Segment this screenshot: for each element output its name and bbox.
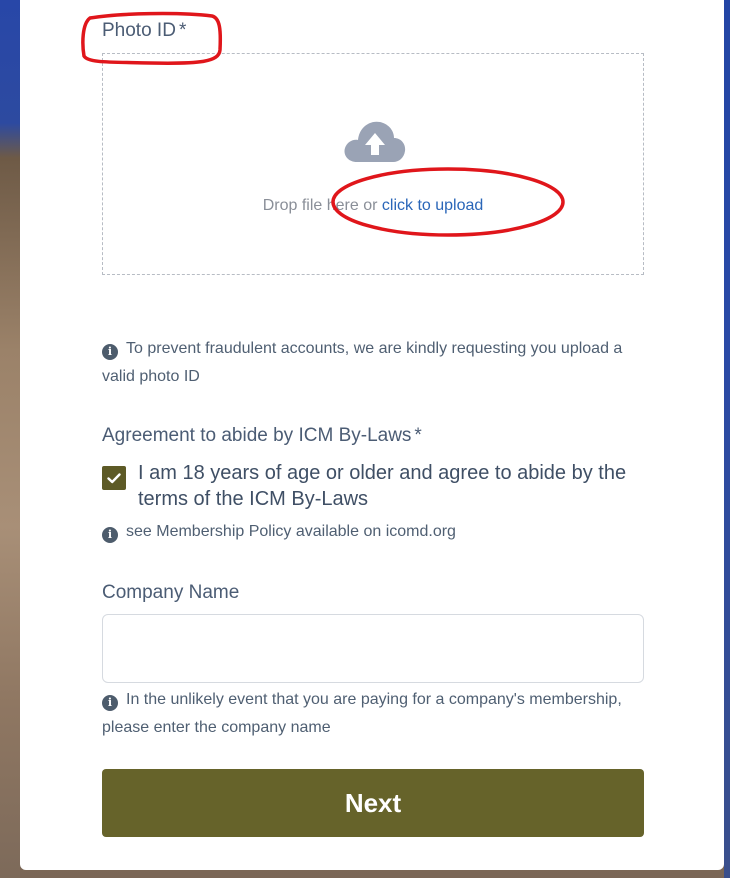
company-name-label: Company Name (102, 582, 240, 603)
info-icon: i (102, 527, 118, 543)
drop-text: Drop file here or (262, 197, 382, 214)
bylaws-label: Agreement to abide by ICM By-Laws * (102, 425, 422, 447)
bylaws-hint: i see Membership Policy available on icom… (102, 518, 456, 546)
photo-upload-dropzone[interactable]: Drop file here or click to upload (102, 53, 644, 275)
drop-instruction: Drop file here or click to upload (103, 197, 643, 215)
company-name-input[interactable] (102, 614, 644, 683)
required-asterisk: * (178, 20, 187, 41)
background-image-left (0, 0, 20, 878)
bylaws-checkbox[interactable] (102, 466, 126, 490)
photo-id-label-text: Photo ID (102, 20, 176, 41)
company-hint: i In the unlikely event that you are payi… (102, 686, 622, 742)
photo-id-label: Photo ID * (102, 20, 186, 42)
photo-id-hint-text: To prevent fraudulent accounts, we are k… (102, 340, 623, 385)
info-icon: i (102, 344, 118, 360)
cloud-upload-icon (344, 121, 406, 162)
bylaws-hint-text: see Membership Policy available on icomd… (126, 523, 456, 540)
checkmark-icon (107, 472, 121, 483)
bylaws-label-text: Agreement to abide by ICM By-Laws (102, 425, 412, 446)
click-to-upload-link[interactable]: click to upload (382, 197, 483, 214)
bylaws-checkbox-label[interactable]: I am 18 years of age or older and agree … (138, 460, 678, 512)
form-card: Photo ID * Drop file here or click to upl… (20, 0, 724, 870)
company-hint-text: In the unlikely event that you are payin… (102, 691, 622, 736)
background-image-right (724, 0, 730, 878)
next-button[interactable]: Next (102, 769, 644, 837)
info-icon: i (102, 695, 118, 711)
required-asterisk: * (414, 425, 422, 446)
photo-id-hint: i To prevent fraudulent accounts, we are … (102, 335, 647, 391)
